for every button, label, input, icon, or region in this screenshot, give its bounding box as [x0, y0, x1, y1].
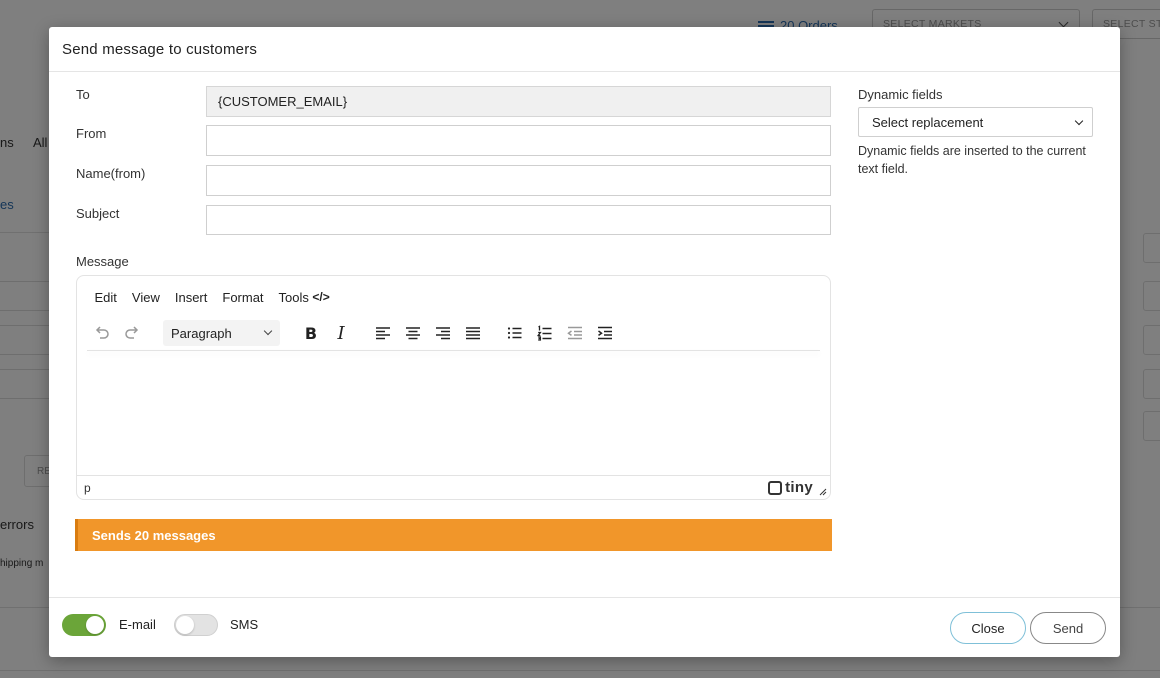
bullet-list-icon — [507, 327, 522, 339]
align-justify-icon — [466, 327, 480, 340]
name-from-label: Name(from) — [76, 166, 146, 181]
menu-tools[interactable]: Tools — [271, 290, 316, 305]
align-center-button[interactable] — [398, 319, 428, 347]
email-toggle-label: E-mail — [119, 617, 156, 632]
tiny-brand-link[interactable]: tiny — [768, 479, 813, 496]
align-center-icon — [406, 327, 420, 340]
indent-button[interactable] — [590, 319, 620, 347]
dynamic-fields-select-value: Select replacement — [872, 114, 984, 130]
toggle-knob — [86, 616, 104, 634]
tiny-logo-icon — [768, 480, 783, 495]
editor-statusbar: p tiny — [77, 475, 830, 499]
chevron-down-icon — [1074, 116, 1084, 126]
from-label: From — [76, 126, 107, 141]
bold-icon: B — [304, 323, 318, 343]
name-from-field[interactable] — [206, 165, 831, 196]
bullet-list-button[interactable] — [500, 319, 530, 347]
to-field[interactable] — [206, 86, 831, 117]
subject-label: Subject — [76, 206, 120, 221]
editor-menubar: Edit View Insert Format Tools </> — [77, 284, 330, 310]
block-format-select[interactable]: Paragraph — [163, 320, 280, 346]
italic-button[interactable]: I — [326, 319, 356, 347]
align-right-icon — [436, 327, 450, 340]
modal-footer: E-mail SMS Close Send — [49, 597, 1120, 657]
tiny-brand-text: tiny — [785, 479, 813, 496]
outdent-icon — [567, 326, 582, 340]
modal-title: Send message to customers — [62, 40, 258, 58]
align-left-icon — [376, 327, 390, 340]
menu-insert[interactable]: Insert — [167, 290, 215, 305]
chevron-down-icon — [263, 326, 273, 336]
outdent-button[interactable] — [560, 319, 590, 347]
from-field[interactable] — [206, 125, 831, 156]
align-justify-button[interactable] — [458, 319, 488, 347]
menu-edit[interactable]: Edit — [87, 290, 124, 305]
redo-icon — [125, 326, 139, 339]
resize-handle-icon[interactable] — [819, 488, 827, 496]
sms-toggle-label: SMS — [230, 617, 259, 632]
email-toggle[interactable] — [62, 614, 106, 636]
send-button[interactable]: Send — [1030, 612, 1106, 644]
to-label: To — [76, 87, 90, 102]
sms-toggle[interactable] — [174, 614, 218, 636]
undo-icon — [95, 326, 109, 339]
subject-field[interactable] — [206, 205, 831, 235]
align-right-button[interactable] — [428, 319, 458, 347]
toggle-knob — [176, 616, 194, 634]
message-label: Message — [76, 254, 129, 269]
redo-button[interactable] — [117, 319, 147, 347]
indent-icon — [598, 326, 612, 340]
editor-toolbar: Paragraph B I — [87, 319, 822, 347]
numbered-list-button[interactable] — [530, 319, 560, 347]
block-format-value: Paragraph — [171, 325, 232, 341]
send-count-notice: Sends 20 messages — [75, 519, 832, 551]
numbered-list-icon — [536, 325, 552, 341]
element-path[interactable]: p — [84, 481, 91, 495]
modal-header: Send message to customers — [49, 27, 1120, 72]
toolbar-divider — [87, 350, 820, 351]
menu-view[interactable]: View — [124, 290, 167, 305]
close-button[interactable]: Close — [950, 612, 1026, 644]
message-editor: Edit View Insert Format Tools </> Paragr… — [76, 275, 831, 500]
menu-format[interactable]: Format — [215, 290, 271, 305]
source-code-icon[interactable]: </> — [312, 290, 329, 304]
send-message-modal: Send message to customers To From Name(f… — [49, 27, 1120, 657]
dynamic-fields-select[interactable]: Select replacement — [858, 107, 1093, 137]
dynamic-fields-help: Dynamic fields are inserted to the curre… — [858, 144, 1086, 176]
dynamic-fields-label: Dynamic fields — [858, 87, 943, 102]
undo-button[interactable] — [87, 319, 117, 347]
italic-icon: I — [337, 322, 345, 344]
editor-content-area[interactable] — [77, 353, 830, 475]
align-left-button[interactable] — [368, 319, 398, 347]
bold-button[interactable]: B — [296, 319, 326, 347]
